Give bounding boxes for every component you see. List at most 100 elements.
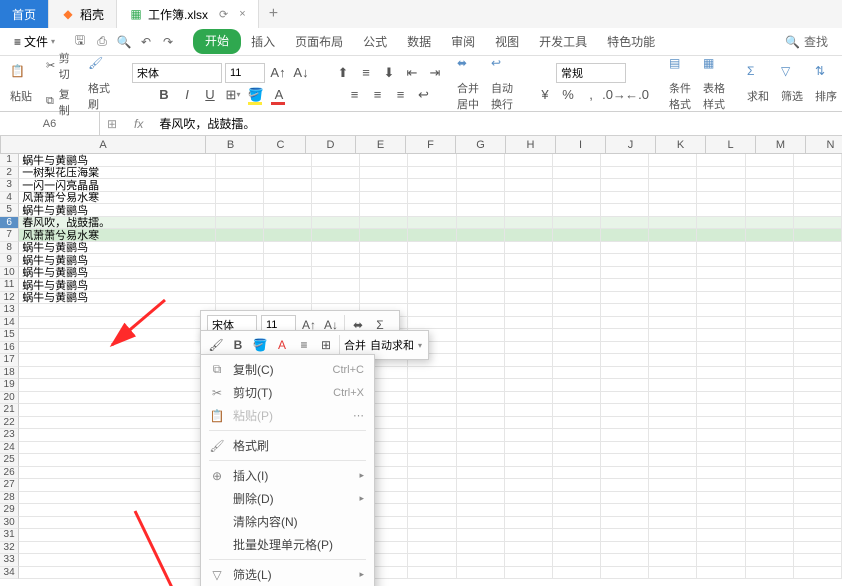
cell[interactable]	[264, 242, 312, 255]
col-header-G[interactable]: G	[456, 136, 506, 154]
auto-wrap-button[interactable]: ↩ 自动换行	[487, 54, 517, 114]
cell[interactable]	[408, 542, 456, 555]
cell[interactable]	[746, 204, 794, 217]
cell[interactable]	[19, 354, 216, 367]
cell[interactable]	[408, 554, 456, 567]
mini-autosum-label[interactable]: 自动求和	[370, 337, 414, 353]
cell[interactable]	[746, 554, 794, 567]
cell[interactable]	[505, 267, 553, 280]
cell[interactable]	[505, 154, 553, 167]
cell[interactable]	[649, 429, 697, 442]
cell[interactable]	[408, 429, 456, 442]
cell[interactable]	[505, 342, 553, 355]
cell[interactable]	[216, 267, 264, 280]
cell[interactable]	[794, 379, 842, 392]
cell[interactable]	[697, 417, 745, 430]
row-header[interactable]: 25	[0, 454, 19, 467]
cell[interactable]	[794, 442, 842, 455]
cell[interactable]	[649, 404, 697, 417]
cell[interactable]	[505, 479, 553, 492]
cell[interactable]	[505, 242, 553, 255]
cell[interactable]: 蜗牛与黄鹂鸟	[19, 242, 216, 255]
cell[interactable]	[505, 217, 553, 230]
cell[interactable]	[601, 417, 649, 430]
cell[interactable]	[649, 304, 697, 317]
cell[interactable]	[312, 254, 360, 267]
cell[interactable]	[505, 279, 553, 292]
row-header[interactable]: 5	[0, 204, 19, 217]
cell[interactable]	[649, 342, 697, 355]
cell[interactable]	[19, 429, 216, 442]
cell[interactable]	[746, 417, 794, 430]
cell[interactable]	[649, 279, 697, 292]
cell[interactable]	[408, 229, 456, 242]
cell[interactable]	[457, 242, 505, 255]
row-header[interactable]: 34	[0, 567, 19, 580]
cell[interactable]	[697, 429, 745, 442]
row-header[interactable]: 22	[0, 417, 19, 430]
increase-font-icon[interactable]: A↑	[268, 63, 288, 83]
cell[interactable]	[553, 492, 601, 505]
cell[interactable]	[794, 404, 842, 417]
cell[interactable]	[553, 317, 601, 330]
docker-tab[interactable]: ◆ 稻壳	[49, 0, 117, 28]
cell[interactable]	[505, 517, 553, 530]
cell[interactable]	[312, 204, 360, 217]
row-header[interactable]: 31	[0, 529, 19, 542]
cell[interactable]	[553, 304, 601, 317]
cell[interactable]	[553, 204, 601, 217]
cell[interactable]	[601, 479, 649, 492]
workbook-tab[interactable]: ▦ 工作簿.xlsx ⟳ ×	[117, 0, 259, 28]
cell[interactable]	[697, 354, 745, 367]
cell[interactable]	[408, 467, 456, 480]
cell[interactable]	[794, 229, 842, 242]
row-header[interactable]: 2	[0, 167, 19, 180]
cell[interactable]: 蜗牛与黄鹂鸟	[19, 154, 216, 167]
italic-button[interactable]: I	[177, 85, 197, 105]
sum-button[interactable]: Σ 求和	[743, 62, 773, 106]
cell[interactable]	[601, 467, 649, 480]
cell[interactable]	[408, 454, 456, 467]
cell[interactable]	[794, 429, 842, 442]
undo-icon[interactable]: ↶	[137, 33, 155, 51]
cell[interactable]	[697, 404, 745, 417]
cell[interactable]	[505, 204, 553, 217]
cell[interactable]	[19, 554, 216, 567]
cell[interactable]	[360, 179, 408, 192]
cell[interactable]	[746, 542, 794, 555]
home-tab[interactable]: 首页	[0, 0, 49, 28]
cell[interactable]	[505, 567, 553, 580]
cell[interactable]	[505, 179, 553, 192]
cell[interactable]	[697, 492, 745, 505]
cell[interactable]	[649, 354, 697, 367]
cell[interactable]	[697, 229, 745, 242]
ribbon-tab-view[interactable]: 视图	[485, 29, 529, 54]
cell[interactable]	[360, 192, 408, 205]
cell[interactable]	[601, 329, 649, 342]
cell[interactable]	[697, 367, 745, 380]
cell[interactable]	[457, 317, 505, 330]
cell[interactable]	[216, 254, 264, 267]
cell[interactable]	[19, 329, 216, 342]
cell[interactable]	[553, 267, 601, 280]
search-button[interactable]: 🔍 查找	[777, 31, 836, 52]
cell[interactable]	[746, 267, 794, 280]
cell[interactable]	[553, 367, 601, 380]
cell[interactable]	[746, 254, 794, 267]
cell[interactable]	[19, 367, 216, 380]
cell[interactable]	[649, 242, 697, 255]
cell[interactable]	[601, 379, 649, 392]
cell[interactable]	[457, 304, 505, 317]
cell[interactable]	[553, 354, 601, 367]
cell[interactable]	[216, 229, 264, 242]
col-header-I[interactable]: I	[556, 136, 606, 154]
cell[interactable]	[794, 267, 842, 280]
cell[interactable]: 风萧萧兮易水寒	[19, 229, 216, 242]
cell[interactable]	[601, 392, 649, 405]
cell[interactable]	[697, 267, 745, 280]
align-middle-icon[interactable]: ≡	[356, 63, 376, 83]
cell[interactable]	[697, 329, 745, 342]
cell[interactable]	[697, 317, 745, 330]
menu-copy[interactable]: ⧉ 复制(C) Ctrl+C	[201, 358, 374, 381]
cell[interactable]	[553, 279, 601, 292]
